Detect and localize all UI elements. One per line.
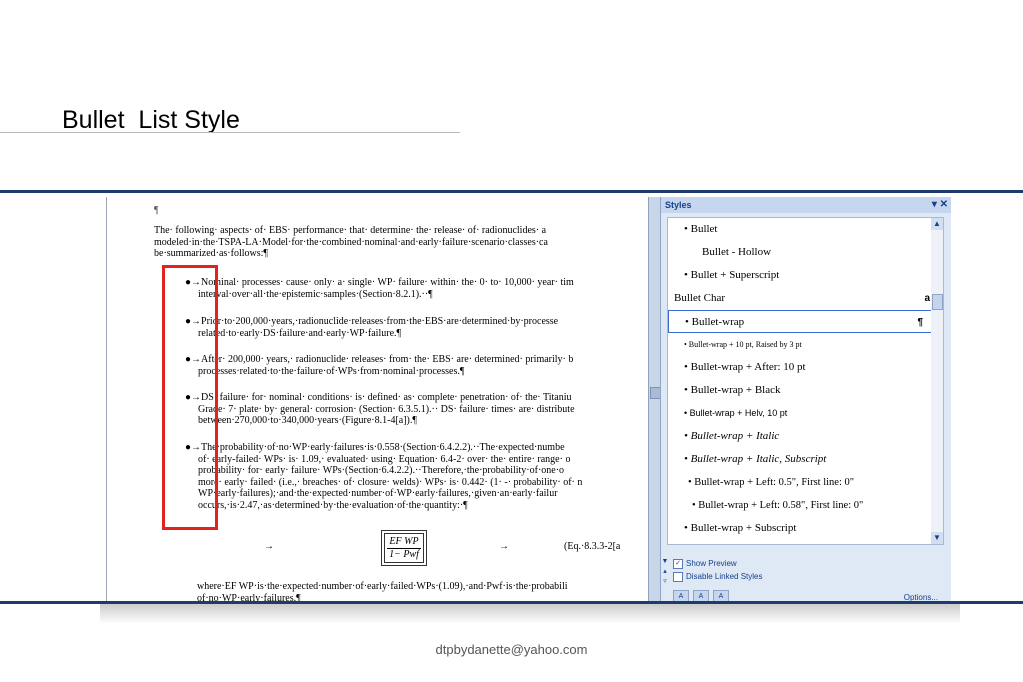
bullet-line: ●→After· 200,000· years,· radionuclide· … (185, 354, 574, 365)
style-item[interactable]: • Bullet-wrap + 10 pt, Raised by 3 pt (668, 333, 948, 356)
bullet-item: ●→The·probability·of·no·WP·early·failure… (185, 442, 649, 511)
equation-denominator: 1− Pwf (389, 548, 419, 560)
style-item[interactable]: Bullet - Hollow¶ (668, 241, 951, 264)
screenshot-shadow (100, 604, 960, 624)
style-item[interactable]: • Bullet-wrap + Italic (668, 425, 948, 448)
paragraph-mark-icon: ¶ (917, 317, 923, 328)
bullet-line: ●→The·probability·of·no·WP·early·failure… (185, 442, 565, 453)
bullet-line: WP·early·failures);·and·the·expected·num… (198, 488, 558, 499)
disable-linked-row[interactable]: Disable Linked Styles (673, 572, 762, 582)
bullet-line: ●→DS· failure· for· nominal· conditions·… (185, 392, 572, 403)
bullet-line: ●→Prior·to·200,000·years,·radionuclide·r… (185, 316, 559, 327)
style-label: • Bullet-wrap + Helv, 10 pt (684, 408, 788, 418)
scroll-thumb[interactable] (932, 294, 943, 310)
disable-linked-checkbox[interactable] (673, 572, 683, 582)
pane-close-icon[interactable]: ▾ ✕ (932, 197, 948, 213)
style-label: Bullet Char (674, 292, 726, 304)
style-item-selected[interactable]: • Bullet-wrap ¶ (668, 310, 932, 333)
title-underline (0, 132, 460, 133)
style-label: Bullet - Hollow (702, 246, 772, 258)
pilcrow: ¶ (154, 205, 159, 216)
show-preview-label: Show Preview (686, 559, 737, 569)
bullet-item: ●→Prior·to·200,000·years,·radionuclide·r… (185, 316, 649, 339)
character-mark-icon: a (924, 293, 930, 304)
style-label: • Bullet-wrap + After: 10 pt (684, 361, 806, 373)
top-band (0, 190, 1023, 193)
style-label: • Bullet (684, 223, 718, 235)
bullet-line: processes·related·to·the·failure·of·WPs·… (198, 365, 465, 377)
where-text: of·no·WP·early·failures.¶ (197, 592, 301, 602)
equation-box: EF WP 1− Pwf (381, 530, 427, 566)
style-item[interactable]: • Bullet-wrap + Black (668, 379, 948, 402)
word-screenshot: ¶ The· following· aspects· of· EBS· perf… (106, 197, 951, 601)
disable-linked-label: Disable Linked Styles (686, 572, 763, 582)
new-style-icon[interactable]: A (673, 590, 689, 601)
style-item[interactable]: • Bullet-wrap + Left: 0.5", First line: … (668, 471, 951, 494)
style-label: • Bullet-wrap + Left: 0.58", First line:… (692, 500, 864, 511)
highlight-box (162, 265, 218, 530)
style-item[interactable]: • Bullet-wrap + Helv, 10 pt (668, 402, 948, 425)
slide-title: Bullet List Style (62, 106, 240, 134)
bullet-line: Grade· 7· plate· by· general· corrosion·… (198, 403, 575, 415)
styles-pane-header: Styles ▾ ✕ (661, 197, 951, 213)
document-page: ¶ The· following· aspects· of· EBS· perf… (106, 197, 649, 601)
styles-pane-title: Styles (665, 200, 692, 210)
style-label: • Bullet-wrap + 10 pt, Raised by 3 pt (684, 340, 802, 349)
bullet-line: more· early· failed· (i.e.,· breaches· o… (198, 476, 583, 488)
style-item[interactable]: • Bullet-wrap + Italic, Subscript (668, 448, 948, 471)
intro-paragraph: The· following· aspects· of· EBS· perfor… (154, 225, 649, 260)
equation-numerator: EF WP (387, 536, 421, 549)
style-label: • Bullet + Superscript (684, 269, 780, 281)
options-link[interactable]: Options... (904, 593, 938, 601)
bullet-line: interval·over·all·the·epistemic·samples·… (198, 288, 433, 300)
show-preview-checkbox[interactable]: ✓ (673, 559, 683, 569)
style-item[interactable]: • Bullet + Superscript (668, 264, 948, 287)
style-item[interactable]: • Bullet-wrap + Left: 0.58", First line:… (668, 494, 951, 517)
styles-scrollbar[interactable]: ▲ ▼ (931, 217, 944, 545)
bullet-item: ●→DS· failure· for· nominal· conditions·… (185, 392, 649, 427)
bullet-line: of· early-failed· WPs· is· 1.09,· evalua… (198, 453, 571, 465)
styles-pane: Styles ▾ ✕ ▼▴▿ • Bullet¶ Bullet - Hollow… (660, 197, 951, 601)
style-label: • Bullet-wrap (685, 316, 745, 328)
style-item[interactable]: • Bullet¶ (668, 218, 948, 241)
manage-styles-icon[interactable]: A (713, 590, 729, 601)
tab-arrow: → (499, 541, 509, 552)
style-inspector-icon[interactable]: A (693, 590, 709, 601)
footer-email: dtpbydanette@yahoo.com (435, 642, 588, 657)
equation-label: (Eq.·8.3.3-2[a (564, 541, 621, 552)
styles-list: • Bullet¶ Bullet - Hollow¶ • Bullet + Su… (667, 217, 940, 545)
scroll-up-icon[interactable]: ▲ (931, 218, 943, 230)
style-label: • Bullet-wrap + Subscript (684, 522, 797, 534)
bullet-item: ●→Nominal· processes· cause· only· a· si… (185, 277, 649, 300)
bullet-line: between·270,000·to·340,000·years·(Figure… (198, 415, 417, 426)
intro-line: be·summarized·as·follows:¶ (154, 248, 268, 259)
intro-line: The· following· aspects· of· EBS· perfor… (154, 225, 547, 236)
style-item[interactable]: • Bullet-wrap + Subscript (668, 517, 948, 540)
bullet-line: related·to·early·DS·failure·and·early·WP… (198, 327, 402, 339)
where-text: where·EF WP·is·the·expected·number·of·ea… (197, 581, 568, 592)
intro-line: modeled·in·the·TSPA-LA·Model·for·the·com… (154, 236, 548, 248)
pane-side-icons: ▼ ▴ ▿ (661, 558, 669, 585)
scroll-down-icon[interactable]: ▼ (931, 532, 943, 544)
bullet-item: ●→After· 200,000· years,· radionuclide· … (185, 354, 649, 377)
bullet-line: ●→Nominal· processes· cause· only· a· si… (185, 277, 574, 288)
style-label: • Bullet-wrap + Left: 0.5", First line: … (688, 477, 855, 488)
tab-arrow: → (264, 541, 274, 552)
bullet-line: probability· for· early· failure· WPs·(S… (198, 465, 565, 476)
style-item[interactable]: • Bullet-wrap + After: 10 pt (668, 356, 948, 379)
style-label: • Bullet-wrap + Italic, Subscript (684, 453, 827, 465)
show-preview-row[interactable]: ✓ Show Preview (673, 559, 737, 569)
bullet-line: occurs,·is·2.47,·as·determined·by·the·ev… (198, 499, 468, 511)
where-line: where·EF WP·is·the·expected·number·of·ea… (197, 581, 649, 601)
style-label: • Bullet-wrap + Black (684, 384, 781, 396)
style-item[interactable]: Bullet Char a (668, 287, 938, 310)
style-label: • Bullet-wrap + Italic (684, 430, 780, 442)
